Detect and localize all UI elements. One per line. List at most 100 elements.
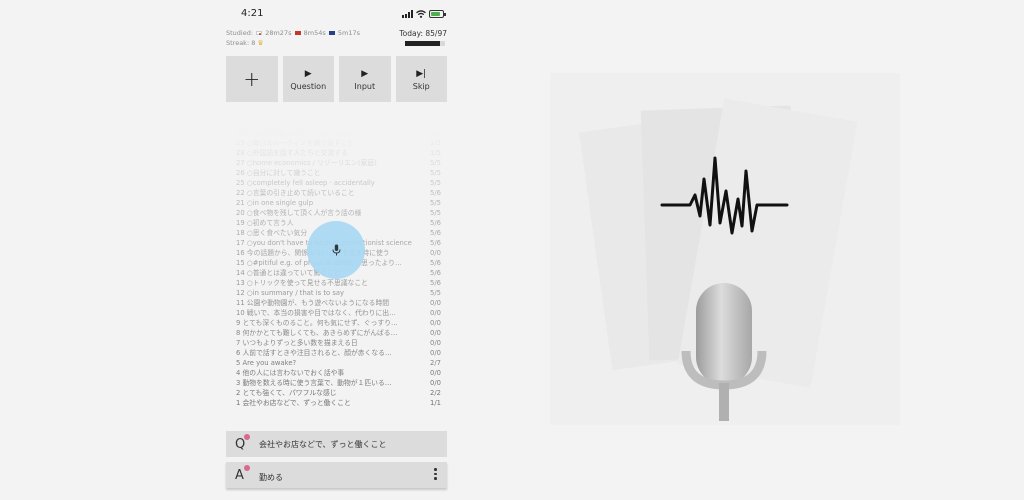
card-score: 2/7 bbox=[430, 359, 441, 367]
card-score: 2/2 bbox=[430, 389, 441, 397]
skip-next-icon: ▶| bbox=[416, 68, 427, 79]
microphone-icon bbox=[332, 244, 340, 256]
question-indicator-dot bbox=[244, 434, 250, 440]
question-bar[interactable]: Q 会社やお店などで、ずっと働くこと bbox=[226, 431, 447, 457]
card-text: 4 他の人には言わないでおく話や事 bbox=[236, 369, 345, 377]
status-bar: 4:21 bbox=[226, 0, 447, 26]
microphone-large-icon bbox=[681, 283, 767, 421]
list-item[interactable]: 25 ○completely fell asleep · accidentall… bbox=[230, 178, 447, 188]
list-item[interactable]: 22 ○言葉の引き止めて続いていること 5/6 bbox=[230, 188, 447, 198]
card-text: 5 Are you awake? bbox=[236, 359, 297, 367]
card-score: 1/5 bbox=[430, 139, 441, 147]
list-item[interactable]: 4 他の人には言わないでおく話や事 0/0 bbox=[230, 368, 447, 378]
card-score: 0/0 bbox=[430, 309, 441, 317]
card-text: 2 とても強くて、パワフルな感じ bbox=[236, 389, 337, 397]
card-text: 13 ○トリックを使って見せる不思議なこと bbox=[236, 279, 368, 287]
card-text: 12 ○in summary / that is to say bbox=[236, 289, 345, 297]
card-score: 5/6 bbox=[430, 189, 441, 197]
card-score: 0/0 bbox=[430, 369, 441, 377]
studied-time-1: 28m27s bbox=[265, 29, 292, 37]
card-score: 0/0 bbox=[430, 249, 441, 257]
card-score: 5/5 bbox=[430, 179, 441, 187]
card-score: 5/6 bbox=[430, 279, 441, 287]
list-item[interactable]: 20 ○食べ物を残して頂く人が言う話の様 5/5 bbox=[230, 208, 447, 218]
card-score: 0/0 bbox=[430, 329, 441, 337]
card-text: 21 ○in one single gulp bbox=[236, 199, 314, 207]
card-text: 22 ○言葉の引き止めて続いていること bbox=[236, 189, 355, 197]
card-score: 0/0 bbox=[430, 319, 441, 327]
system-icons bbox=[402, 9, 446, 18]
skip-button[interactable]: ▶| Skip bbox=[395, 56, 447, 102]
card-score: 1/1 bbox=[430, 399, 441, 407]
card-score: 5/6 bbox=[430, 269, 441, 277]
card-text: 11 公園や動物園が、もう遊べないようになる時間 bbox=[236, 299, 390, 307]
today-progress-bar bbox=[405, 41, 445, 46]
list-item[interactable]: 10 戦いで、本当の損害や目ではなく、代わりに出… 0/0 bbox=[230, 308, 447, 318]
list-item[interactable]: 26 ○自分に対して嫌うこと 5/5 bbox=[230, 168, 447, 178]
list-item[interactable]: 28 ○外国語を話す人たちと交流する 1/5 bbox=[230, 148, 447, 158]
list-item[interactable]: 12 ○in summary / that is to say 5/5 bbox=[230, 288, 447, 298]
today-count: Today: 85/97 bbox=[399, 29, 447, 38]
study-stats: Studied: 28m27s 8m54s 5m17s Streak: 8 ♛ … bbox=[226, 29, 447, 51]
card-text: 30 ○○なのが表立ちゃう / 背けるさま bbox=[236, 129, 354, 137]
list-item[interactable]: 5 Are you awake? 2/7 bbox=[230, 358, 447, 368]
list-item[interactable]: 13 ○トリックを使って見せる不思議なこと 5/6 bbox=[230, 278, 447, 288]
card-text: 3 動物を数える時に使う言葉で、動物が１匹いる… bbox=[236, 379, 392, 387]
card-score: 5/6 bbox=[430, 219, 441, 227]
play-input-label: Input bbox=[354, 81, 376, 91]
play-icon: ▶ bbox=[361, 68, 369, 79]
question-text: 会社やお店などで、ずっと働くこと bbox=[259, 440, 387, 449]
card-text: 9 とても深くものること。何も気にせず、ぐっすり… bbox=[236, 319, 398, 327]
battery-level bbox=[431, 12, 441, 16]
card-text: 8 何かかとても難しくても、あきらめずにがんばる… bbox=[236, 329, 398, 337]
card-text: 10 戦いで、本当の損害や目ではなく、代わりに出… bbox=[236, 309, 396, 317]
more-options-icon[interactable] bbox=[434, 468, 437, 480]
card-score: 0/0 bbox=[430, 339, 441, 347]
studied-times: Studied: 28m27s 8m54s 5m17s bbox=[226, 29, 360, 37]
card-text: 20 ○食べ物を残して頂く人が言う話の様 bbox=[236, 209, 362, 217]
signal-icon bbox=[402, 10, 413, 18]
list-item[interactable]: 6 人前で話すときや注目されると、顔が赤くなる… 0/0 bbox=[230, 348, 447, 358]
play-question-button[interactable]: ▶ Question bbox=[282, 56, 334, 102]
list-item[interactable]: 9 とても深くものること。何も気にせず、ぐっすり… 0/0 bbox=[230, 318, 447, 328]
list-item[interactable]: 8 何かかとても難しくても、あきらめずにがんばる… 0/0 bbox=[230, 328, 447, 338]
list-item[interactable]: 30 ○○なのが表立ちゃう / 背けるさま 1/5 bbox=[230, 128, 447, 138]
card-score: 1/5 bbox=[430, 129, 441, 137]
add-card-button[interactable]: + bbox=[226, 56, 278, 102]
uk-flag-icon bbox=[328, 31, 335, 35]
studied-time-2: 8m54s bbox=[303, 29, 326, 37]
plus-icon: + bbox=[243, 67, 261, 91]
microphone-button[interactable] bbox=[307, 221, 365, 279]
list-item[interactable]: 2 とても強くて、パワフルな感じ 2/2 bbox=[230, 388, 447, 398]
answer-text: 勤める bbox=[259, 473, 283, 482]
card-text: 27 ○home economics / リゾーリエン(家庭) bbox=[236, 159, 377, 167]
list-item[interactable]: 21 ○in one single gulp 5/5 bbox=[230, 198, 447, 208]
list-item[interactable]: 29 ○毎日のルーティンを繰り返すこと 1/5 bbox=[230, 138, 447, 148]
list-item[interactable]: 7 いつもよりずっと多い数を描まえる日 0/0 bbox=[230, 338, 447, 348]
play-icon: ▶ bbox=[304, 68, 312, 79]
card-score: 5/5 bbox=[430, 159, 441, 167]
answer-bar[interactable]: A 勤める bbox=[226, 462, 447, 488]
card-text: 1 会社やお店などで、ずっと働くこと bbox=[236, 399, 351, 407]
answer-icon: A bbox=[235, 468, 244, 483]
list-item[interactable]: 11 公園や動物園が、もう遊べないようになる時間 0/0 bbox=[230, 298, 447, 308]
today-progress-fill bbox=[405, 41, 441, 46]
toolbar: + ▶ Question ▶ Input ▶| Skip bbox=[226, 56, 447, 102]
card-text: 29 ○毎日のルーティンを繰り返すこと bbox=[236, 139, 355, 147]
japan-flag-icon bbox=[256, 31, 263, 35]
card-text: 25 ○completely fell asleep · accidentall… bbox=[236, 179, 375, 187]
illustration-graphic bbox=[579, 98, 858, 421]
card-score: 5/5 bbox=[430, 209, 441, 217]
card-score: 5/6 bbox=[430, 259, 441, 267]
list-item[interactable]: 27 ○home economics / リゾーリエン(家庭) 5/5 bbox=[230, 158, 447, 168]
battery-icon bbox=[429, 10, 446, 18]
card-score: 5/6 bbox=[430, 239, 441, 247]
red-flag-icon bbox=[294, 31, 301, 35]
play-question-label: Question bbox=[290, 81, 327, 91]
list-item[interactable]: 1 会社やお店などで、ずっと働くこと 1/1 bbox=[230, 398, 447, 408]
play-input-button[interactable]: ▶ Input bbox=[339, 56, 391, 102]
list-item[interactable]: 3 動物を数える時に使う言葉で、動物が１匹いる… 0/0 bbox=[230, 378, 447, 388]
answer-indicator-dot bbox=[244, 465, 250, 471]
card-score: 5/5 bbox=[430, 199, 441, 207]
question-icon: Q bbox=[235, 437, 246, 452]
